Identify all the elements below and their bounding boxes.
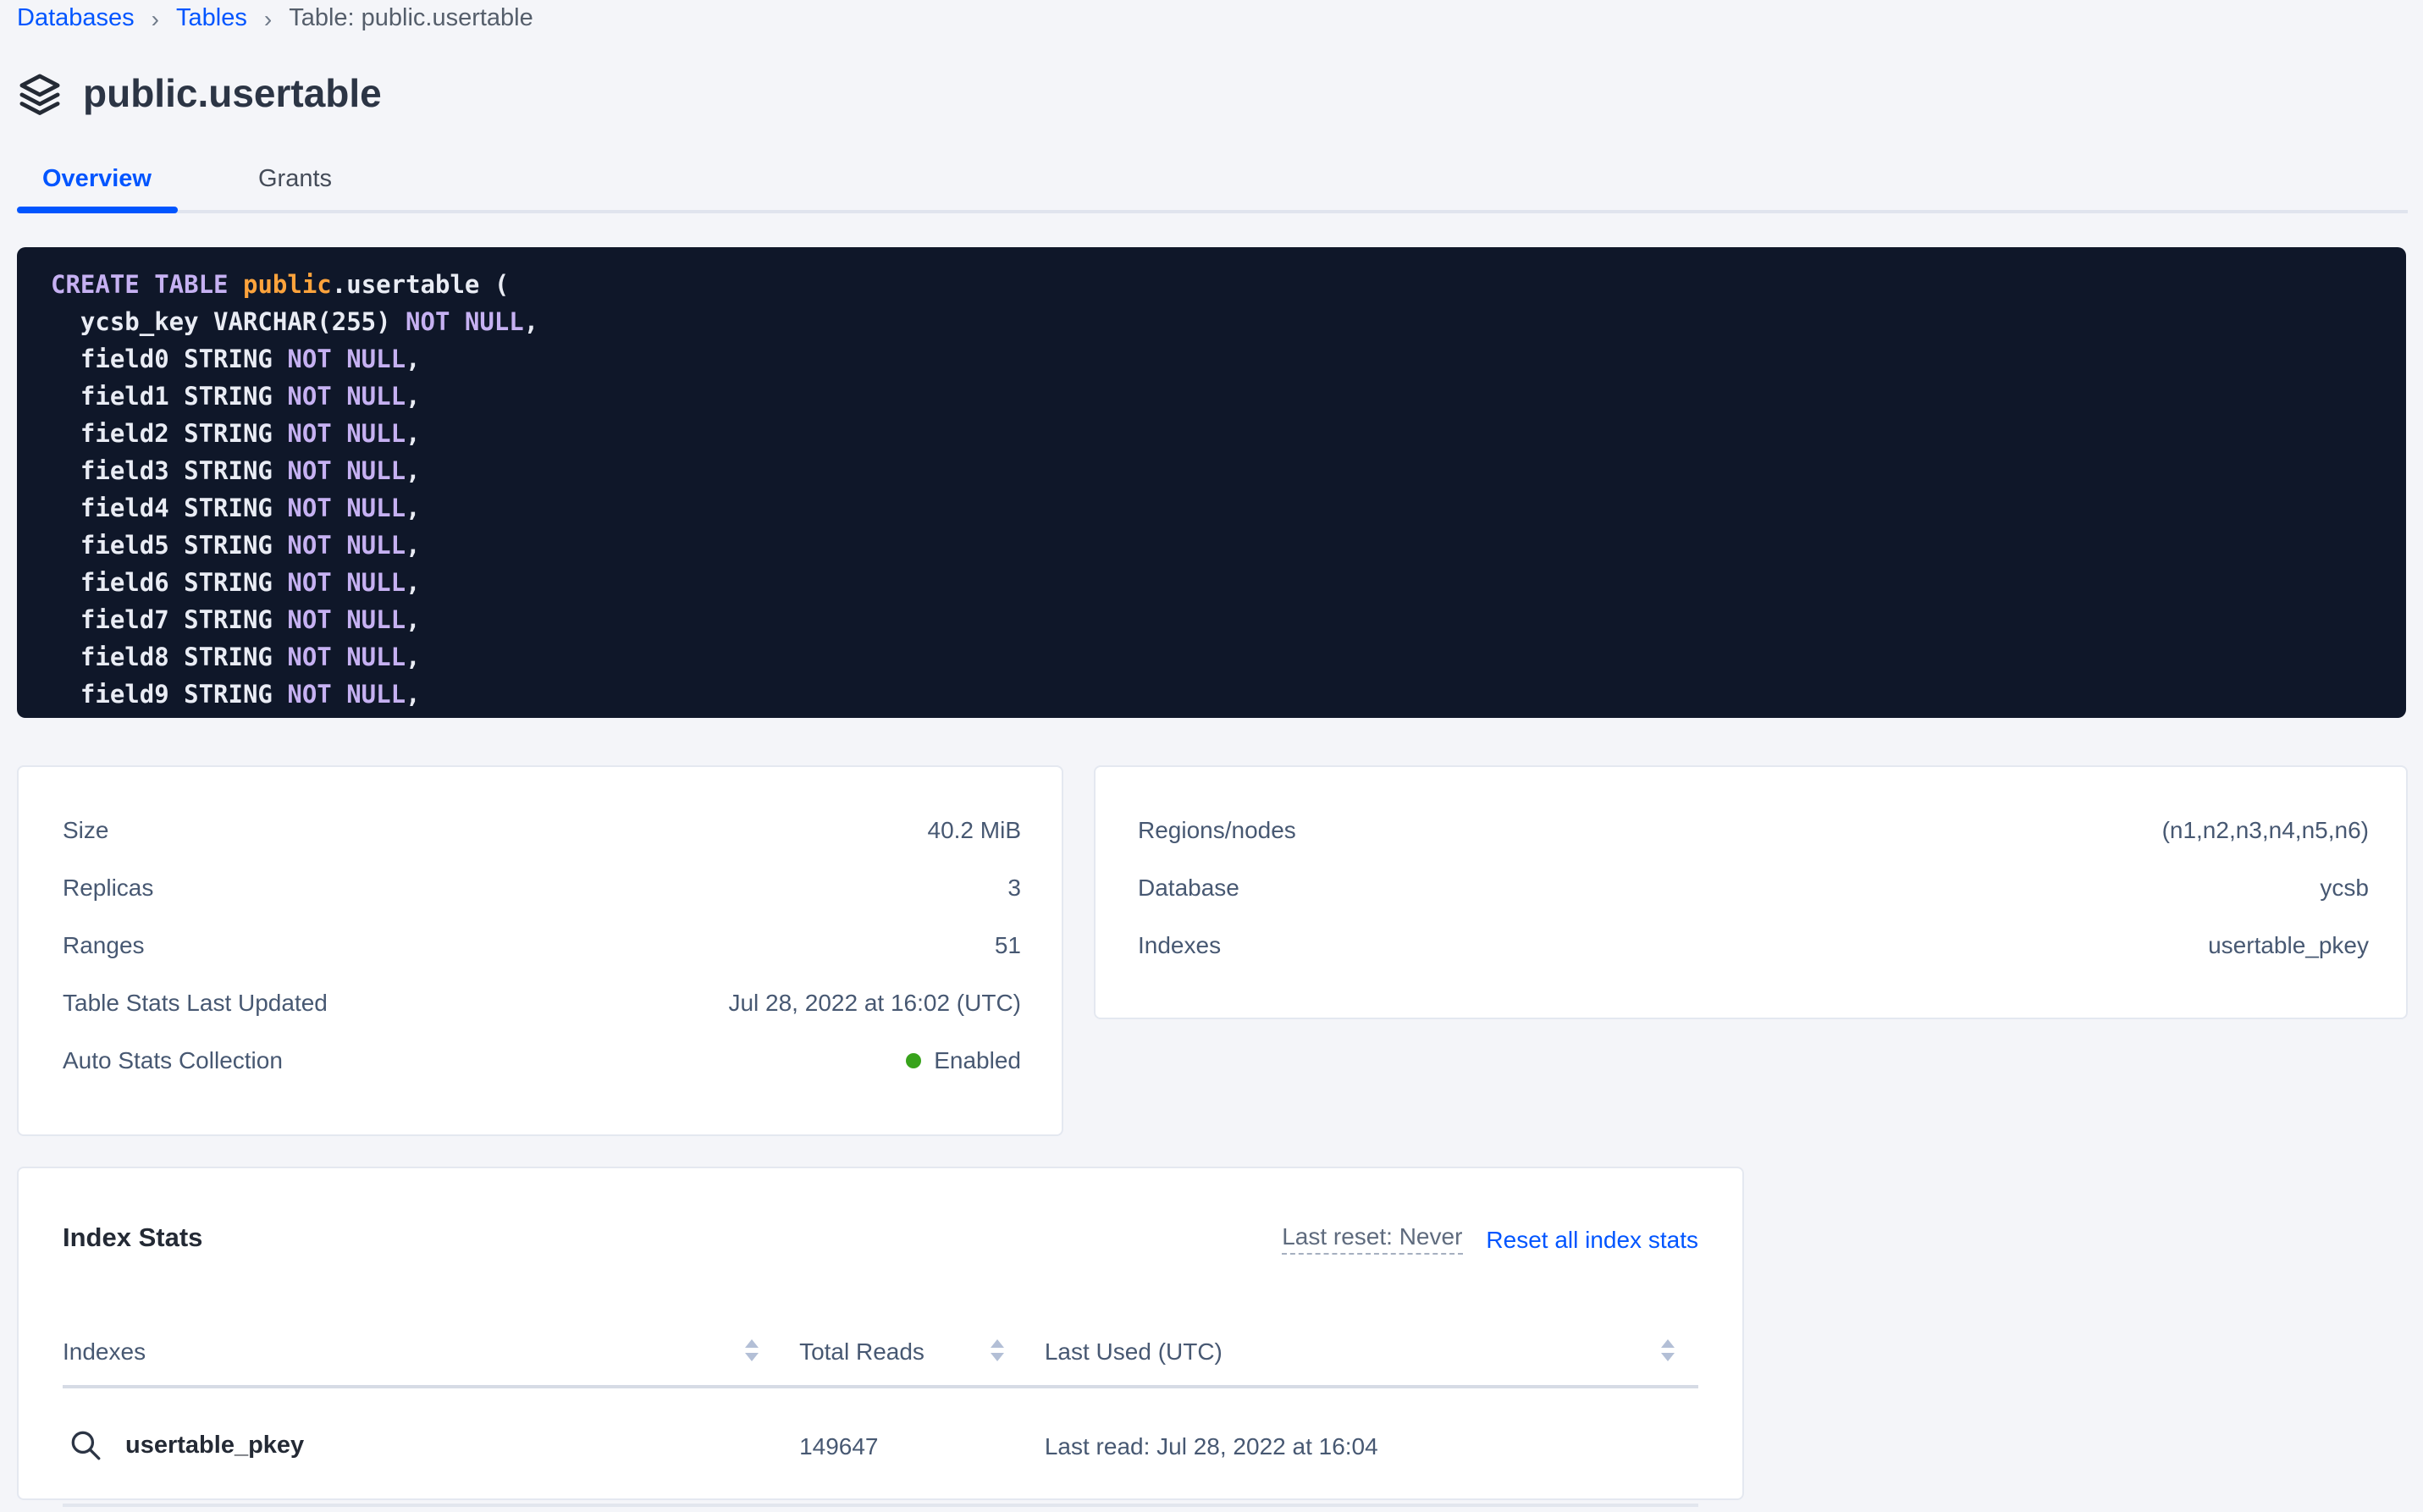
chevron-right-icon: ›: [264, 5, 272, 32]
index-stats-actions: Last reset: Never Reset all index stats: [1282, 1223, 1698, 1255]
page-header: public.usertable: [17, 71, 382, 117]
column-header-last-used[interactable]: Last Used (UTC): [1028, 1337, 1698, 1364]
stat-label: Indexes: [1138, 931, 1221, 958]
stat-row-stats-updated: Table Stats Last Updated Jul 28, 2022 at…: [63, 974, 1021, 1031]
index-table-header-row: Indexes Total Reads Last Used (UTC): [63, 1337, 1698, 1364]
stat-label: Auto Stats Collection: [63, 1046, 283, 1073]
last-reset-tooltip-text[interactable]: Last reset: Never: [1282, 1223, 1462, 1255]
magnifying-glass-icon: [68, 1427, 103, 1463]
status-enabled-label: Enabled: [934, 1046, 1021, 1073]
sort-arrows-icon[interactable]: [991, 1340, 1004, 1361]
tab-overview[interactable]: Overview: [17, 149, 177, 210]
status-enabled-dot-icon: [905, 1052, 920, 1068]
stat-row-auto-stats: Auto Stats Collection Enabled: [63, 1031, 1021, 1089]
sort-arrows-icon[interactable]: [745, 1340, 759, 1361]
stat-value: 40.2 MiB: [928, 816, 1022, 843]
stat-value: Jul 28, 2022 at 16:02 (UTC): [728, 989, 1021, 1016]
sort-arrows-icon[interactable]: [1661, 1340, 1675, 1361]
chevron-right-icon: ›: [152, 5, 159, 32]
index-name-cell[interactable]: usertable_pkey: [63, 1427, 782, 1463]
stat-row-size: Size 40.2 MiB: [63, 801, 1021, 858]
reset-all-index-stats-link[interactable]: Reset all index stats: [1486, 1226, 1698, 1253]
breadcrumb: Databases › Tables › Table: public.usert…: [17, 5, 533, 32]
table-stack-icon: [17, 71, 63, 117]
create-table-sql-block: CREATE TABLE public.usertable ( ycsb_key…: [17, 247, 2406, 718]
stat-row-regions: Regions/nodes (n1,n2,n3,n4,n5,n6): [1138, 801, 2369, 858]
stat-value: ycsb: [2320, 874, 2369, 901]
stat-value: Enabled: [905, 1046, 1021, 1073]
stat-label: Database: [1138, 874, 1239, 901]
column-label: Last Used (UTC): [1028, 1337, 1223, 1364]
column-header-indexes[interactable]: Indexes: [63, 1337, 782, 1364]
index-stats-title: Index Stats: [63, 1224, 202, 1255]
total-reads-cell: 149647: [782, 1432, 1028, 1459]
index-table-row[interactable]: usertable_pkey 149647 Last read: Jul 28,…: [63, 1388, 1698, 1506]
stat-row-indexes: Indexes usertable_pkey: [1138, 916, 2369, 974]
breadcrumb-databases-link[interactable]: Databases: [17, 5, 135, 32]
stat-row-database: Database ycsb: [1138, 858, 2369, 916]
stat-value: 3: [1007, 874, 1021, 901]
column-label: Total Reads: [782, 1337, 924, 1364]
stat-row-replicas: Replicas 3: [63, 858, 1021, 916]
page-title: public.usertable: [83, 71, 382, 117]
index-name[interactable]: usertable_pkey: [125, 1432, 304, 1459]
tab-bar: Overview Grants: [17, 149, 2408, 213]
breadcrumb-current-table: Table: public.usertable: [289, 5, 533, 32]
column-label: Indexes: [63, 1337, 146, 1364]
stat-label: Regions/nodes: [1138, 816, 1296, 843]
stat-value: 51: [995, 931, 1021, 958]
index-stats-card: Index Stats Last reset: Never Reset all …: [17, 1167, 1744, 1500]
column-header-total-reads[interactable]: Total Reads: [782, 1337, 1028, 1364]
stat-row-ranges: Ranges 51: [63, 916, 1021, 974]
stat-value: (n1,n2,n3,n4,n5,n6): [2162, 816, 2369, 843]
table-regions-card: Regions/nodes (n1,n2,n3,n4,n5,n6) Databa…: [1094, 765, 2408, 1019]
index-stats-header: Index Stats Last reset: Never Reset all …: [63, 1202, 1698, 1276]
stat-label: Table Stats Last Updated: [63, 989, 328, 1016]
stat-label: Replicas: [63, 874, 153, 901]
table-details-page: Databases › Tables › Table: public.usert…: [0, 0, 2423, 1512]
stat-value: usertable_pkey: [2208, 931, 2369, 958]
breadcrumb-tables-link[interactable]: Tables: [176, 5, 247, 32]
stat-label: Size: [63, 816, 108, 843]
last-used-cell: Last read: Jul 28, 2022 at 16:04: [1028, 1432, 1698, 1459]
table-details-card: Size 40.2 MiB Replicas 3 Ranges 51 Table…: [17, 765, 1063, 1136]
stat-label: Ranges: [63, 931, 145, 958]
tab-grants[interactable]: Grants: [233, 149, 357, 210]
